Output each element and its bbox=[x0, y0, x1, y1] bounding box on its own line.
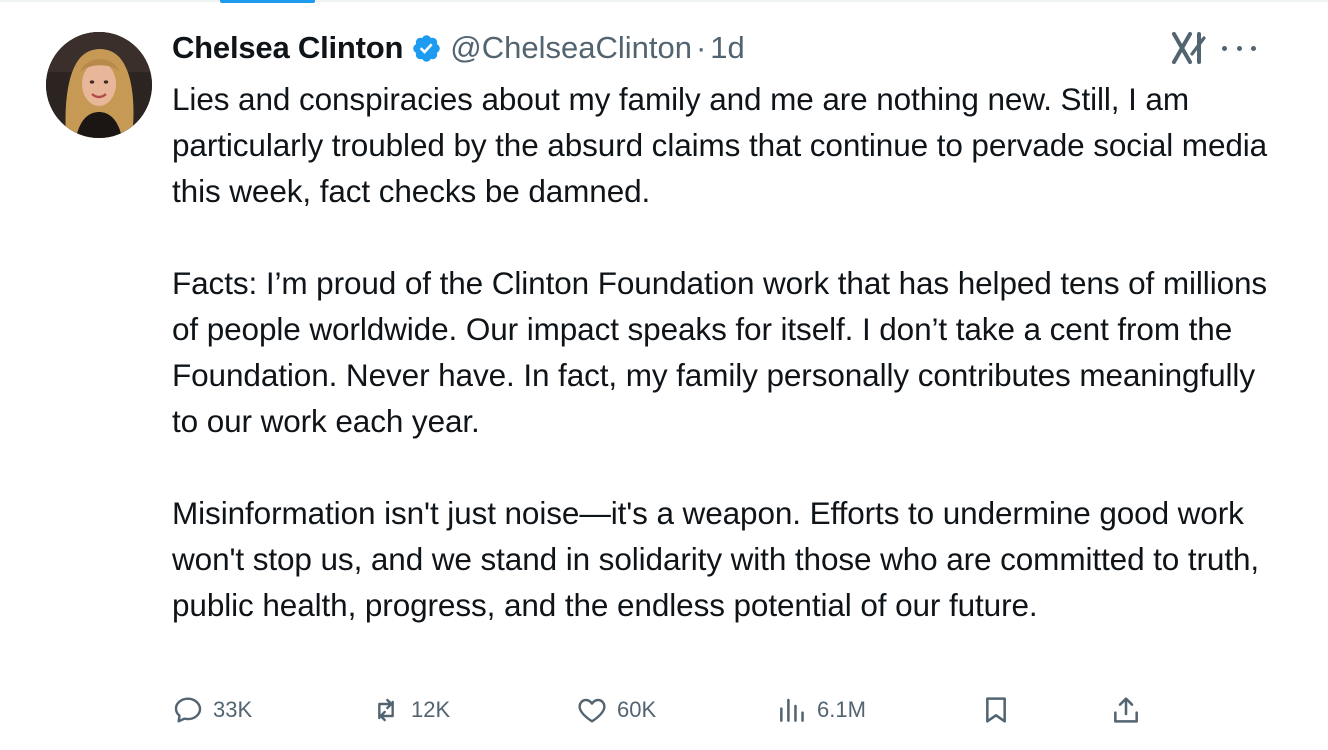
repost-button[interactable]: 12K bbox=[370, 690, 450, 730]
action-bar: 33K 12K 60K 6.1M bbox=[172, 690, 1162, 730]
author-handle[interactable]: @ChelseaClinton bbox=[450, 30, 692, 66]
tweet-header: Chelsea Clinton @ChelseaClinton · 1d bbox=[172, 25, 745, 71]
views-icon bbox=[780, 698, 804, 722]
like-icon bbox=[578, 698, 606, 723]
tweet-paragraph: Lies and conspiracies about my family an… bbox=[172, 81, 1268, 209]
avatar[interactable] bbox=[46, 32, 152, 138]
tweet-paragraph: Facts: I’m proud of the Clinton Foundati… bbox=[172, 265, 1268, 439]
reply-count: 33K bbox=[213, 697, 253, 722]
verified-badge-icon bbox=[413, 34, 441, 62]
bookmark-button[interactable] bbox=[980, 690, 1012, 730]
views-count: 6.1M bbox=[817, 697, 866, 722]
like-count: 60K bbox=[617, 697, 657, 722]
views-button[interactable]: 6.1M bbox=[776, 690, 866, 730]
like-button[interactable]: 60K bbox=[576, 690, 656, 730]
post-timestamp[interactable]: 1d bbox=[710, 30, 744, 66]
tweet-text: Lies and conspiracies about my family an… bbox=[172, 76, 1282, 674]
grok-icon[interactable] bbox=[1170, 30, 1208, 66]
share-button[interactable] bbox=[1110, 690, 1142, 730]
reply-icon bbox=[174, 697, 202, 723]
tweet[interactable]: Chelsea Clinton @ChelseaClinton · 1d Lie… bbox=[0, 0, 1328, 750]
more-dot bbox=[1222, 45, 1227, 51]
separator-dot: · bbox=[695, 30, 707, 65]
more-icon[interactable] bbox=[1222, 34, 1256, 62]
bookmark-icon bbox=[986, 697, 1006, 723]
repost-icon bbox=[378, 698, 394, 722]
share-icon bbox=[1114, 697, 1138, 723]
author-name[interactable]: Chelsea Clinton bbox=[172, 30, 403, 66]
repost-count: 12K bbox=[411, 697, 451, 722]
tweet-paragraph: Misinformation isn't just noise—it's a w… bbox=[172, 495, 1260, 623]
reply-button[interactable]: 33K bbox=[172, 690, 252, 730]
avatar-image bbox=[46, 32, 152, 138]
more-dot bbox=[1236, 45, 1242, 51]
more-dot bbox=[1251, 45, 1256, 51]
